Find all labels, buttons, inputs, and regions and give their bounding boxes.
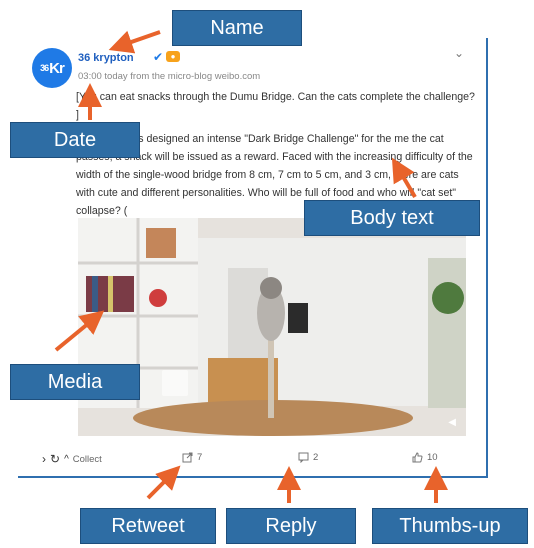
vip-badge-icon: ● <box>166 51 180 62</box>
annotation-reply: Reply <box>226 508 356 544</box>
avatar-text: Kr <box>49 59 65 77</box>
annotation-media: Media <box>10 364 140 400</box>
avatar[interactable]: 36 Kr <box>32 48 72 88</box>
video-media[interactable]: ◀ <box>78 218 466 436</box>
verified-icon: ✔ <box>153 50 164 64</box>
collect-label[interactable]: Collect <box>73 454 102 465</box>
reply-count: 2 <box>313 452 319 463</box>
post-meta: 03:00 today from the micro-blog weibo.co… <box>78 71 261 82</box>
annotation-date: Date <box>10 122 140 158</box>
annotation-retweet: Retweet <box>80 508 216 544</box>
body-paragraph: [You can eat snacks through the Dumu Bri… <box>76 91 475 121</box>
video-frame <box>78 218 466 436</box>
annotated-screenshot: 36 Kr 36 krypton ✔ ● ⌄ 03:00 today from t… <box>0 0 534 548</box>
reply-button[interactable]: 2 <box>298 452 318 463</box>
video-play-icon[interactable]: ◀ <box>448 417 456 428</box>
weibo-post-card: 36 Kr 36 krypton ✔ ● ⌄ 03:00 today from t… <box>18 38 488 478</box>
thumbs-up-icon <box>412 452 423 463</box>
chevron-down-icon[interactable]: ⌄ <box>454 46 464 60</box>
avatar-text-small: 36 <box>40 63 49 73</box>
retweet-count: 7 <box>197 452 203 463</box>
like-count: 10 <box>427 452 438 463</box>
chevron-up-icon[interactable]: ^ <box>64 454 69 465</box>
reply-icon <box>298 452 309 463</box>
like-button[interactable]: 10 <box>412 452 438 463</box>
retweet-button[interactable]: 7 <box>182 452 202 463</box>
action-bar: › ↻ ^ Collect 7 2 10 <box>18 448 488 472</box>
annotation-thumbs-up: Thumbs-up <box>372 508 528 544</box>
annotation-body-text: Body text <box>304 200 480 236</box>
retweet-icon <box>182 452 193 463</box>
refresh-icon[interactable]: ↻ <box>50 452 60 466</box>
annotation-name: Name <box>172 10 302 46</box>
collect-action[interactable]: › ↻ ^ Collect <box>42 452 102 466</box>
collapse-icon[interactable]: › <box>42 452 46 466</box>
username-link[interactable]: 36 krypton <box>78 52 134 64</box>
